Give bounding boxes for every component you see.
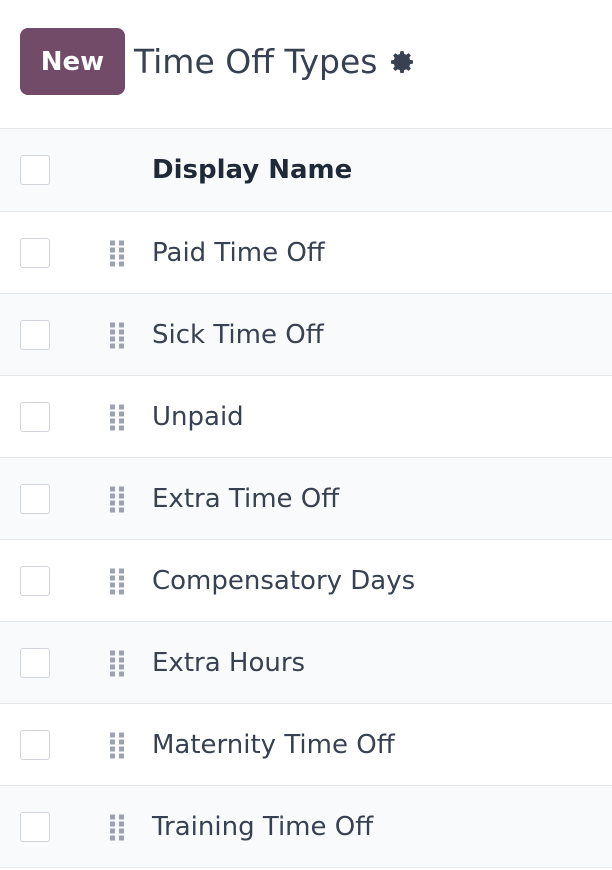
row-checkbox[interactable] (20, 319, 50, 350)
table-body: Paid Time Off Sick Time Off Unpaid Extra Ti… (0, 212, 612, 868)
drag-handle-icon[interactable] (106, 483, 128, 515)
display-name-cell: Extra Hours (152, 647, 306, 678)
row-checkbox[interactable] (20, 647, 50, 678)
row-checkbox[interactable] (20, 483, 50, 514)
display-name-cell: Unpaid (152, 401, 244, 432)
display-name-cell: Extra Time Off (152, 483, 340, 514)
table-row[interactable]: Sick Time Off (0, 294, 612, 376)
table-header: Display Name (0, 128, 612, 212)
new-button[interactable]: New (20, 28, 125, 95)
display-name-cell: Compensatory Days (152, 565, 416, 596)
drag-handle-icon[interactable] (106, 729, 128, 761)
table-row[interactable]: Compensatory Days (0, 540, 612, 622)
display-name-cell: Paid Time Off (152, 237, 325, 268)
table-row[interactable]: Paid Time Off (0, 212, 612, 294)
drag-handle-icon[interactable] (106, 647, 128, 679)
row-checkbox[interactable] (20, 565, 50, 596)
gear-icon[interactable] (389, 49, 415, 75)
drag-handle-icon[interactable] (106, 319, 128, 351)
row-checkbox[interactable] (20, 401, 50, 432)
select-all-checkbox[interactable] (20, 155, 50, 185)
table-row[interactable]: Unpaid (0, 376, 612, 458)
table-row[interactable]: Training Time Off (0, 786, 612, 868)
row-checkbox[interactable] (20, 729, 50, 760)
row-checkbox[interactable] (20, 237, 50, 268)
table-row[interactable]: Extra Hours (0, 622, 612, 704)
drag-handle-icon[interactable] (106, 565, 128, 597)
control-panel: New Time Off Types (0, 0, 612, 128)
display-name-cell: Training Time Off (152, 811, 374, 842)
column-header-display-name[interactable]: Display Name (152, 155, 352, 185)
row-checkbox[interactable] (20, 811, 50, 842)
drag-handle-icon[interactable] (106, 237, 128, 269)
page-title: Time Off Types (134, 42, 378, 81)
display-name-cell: Sick Time Off (152, 319, 324, 350)
drag-handle-icon[interactable] (106, 401, 128, 433)
table-row[interactable]: Extra Time Off (0, 458, 612, 540)
table-row[interactable]: Maternity Time Off (0, 704, 612, 786)
list-table: Display Name Paid Time Off Sick Time Off U… (0, 128, 612, 868)
drag-handle-icon[interactable] (106, 811, 128, 843)
display-name-cell: Maternity Time Off (152, 729, 395, 760)
